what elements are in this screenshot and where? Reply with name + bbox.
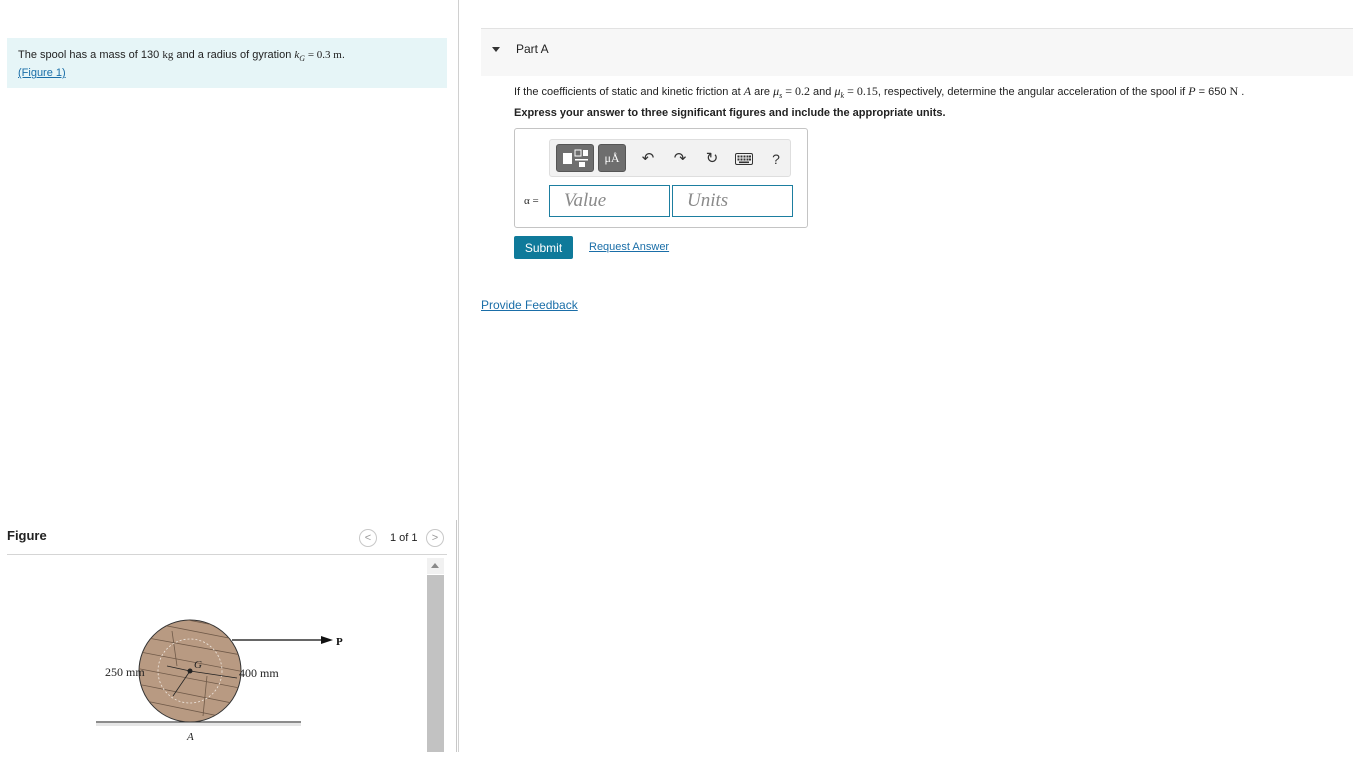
request-answer-link[interactable]: Request Answer bbox=[589, 241, 669, 253]
provide-feedback-link[interactable]: Provide Feedback bbox=[481, 298, 578, 312]
units-button[interactable]: μÅ bbox=[598, 144, 626, 172]
mass-unit: kg bbox=[162, 49, 173, 61]
k-value: = 0.3 m bbox=[305, 49, 342, 61]
keyboard-icon[interactable] bbox=[734, 149, 754, 169]
templates-button[interactable] bbox=[556, 144, 594, 172]
force-label: P bbox=[336, 636, 343, 648]
keyboard-glyph bbox=[735, 153, 753, 165]
left-pane: The spool has a mass of 130 kg and a rad… bbox=[0, 0, 458, 752]
mu-s-value: = 0.2 bbox=[782, 84, 810, 98]
answer-box: μÅ ↶ ↷ ↻ ? α = bbox=[514, 128, 808, 228]
q-force-p: P bbox=[1188, 84, 1195, 98]
templates-icon bbox=[557, 145, 593, 171]
contact-label: A bbox=[186, 731, 194, 743]
q-force-unit: N bbox=[1230, 84, 1239, 98]
units-input[interactable] bbox=[672, 185, 793, 217]
mu-k-value: = 0.15 bbox=[844, 84, 878, 98]
next-figure-button[interactable]: > bbox=[426, 529, 444, 547]
part-header[interactable]: Part A bbox=[481, 28, 1353, 76]
q-start: If the coefficients of static and kineti… bbox=[514, 86, 744, 98]
chevron-left-icon: < bbox=[365, 532, 371, 544]
inner-radius-label: 250 mm bbox=[105, 665, 145, 679]
answer-instruction: Express your answer to three significant… bbox=[514, 107, 946, 119]
figure-header: Figure < 1 of 1 > bbox=[7, 524, 447, 555]
submit-button[interactable]: Submit bbox=[514, 236, 573, 259]
chevron-right-icon: > bbox=[432, 532, 438, 544]
problem-statement: The spool has a mass of 130 kg and a rad… bbox=[7, 38, 447, 88]
center-label: G bbox=[194, 659, 202, 671]
part-title: Part A bbox=[516, 42, 549, 56]
caret-down-icon[interactable] bbox=[492, 47, 500, 52]
figure-area: P 250 mm 400 mm G A bbox=[7, 556, 447, 752]
problem-text: The spool has a mass of 130 bbox=[18, 49, 159, 61]
q-respectively: , respectively, determine the angular ac… bbox=[878, 86, 1188, 98]
q-point-a: A bbox=[744, 84, 751, 98]
q-and: and bbox=[810, 86, 834, 98]
pane-divider-lower bbox=[456, 520, 457, 752]
figure-scrollbar[interactable] bbox=[427, 558, 444, 752]
figure-title: Figure bbox=[7, 528, 47, 543]
reset-icon[interactable]: ↻ bbox=[702, 149, 722, 169]
q-are: are bbox=[751, 86, 773, 98]
outer-radius-label: 400 mm bbox=[239, 666, 279, 680]
undo-icon[interactable]: ↶ bbox=[638, 149, 658, 169]
problem-text-mid: and a radius of gyration bbox=[173, 49, 294, 61]
pane-divider bbox=[458, 0, 459, 752]
figure-link[interactable]: (Figure 1) bbox=[18, 67, 66, 79]
previous-figure-button[interactable]: < bbox=[359, 529, 377, 547]
spool-figure: P 250 mm 400 mm G A bbox=[7, 556, 427, 752]
scroll-up-arrow-icon[interactable] bbox=[427, 558, 444, 574]
value-input[interactable] bbox=[549, 185, 670, 217]
redo-icon[interactable]: ↷ bbox=[670, 149, 690, 169]
question-text: If the coefficients of static and kineti… bbox=[514, 84, 1244, 100]
help-icon[interactable]: ? bbox=[766, 149, 786, 169]
problem-text-end: . bbox=[342, 49, 345, 61]
force-arrow bbox=[321, 636, 333, 644]
spool-wheel bbox=[135, 616, 247, 722]
q-end: . bbox=[1238, 86, 1244, 98]
alpha-label: α = bbox=[524, 195, 539, 207]
scroll-thumb[interactable] bbox=[427, 575, 444, 752]
math-toolbar: μÅ ↶ ↷ ↻ ? bbox=[549, 139, 791, 177]
q-force-value: = 650 bbox=[1196, 86, 1227, 98]
figure-counter: 1 of 1 bbox=[390, 532, 418, 544]
